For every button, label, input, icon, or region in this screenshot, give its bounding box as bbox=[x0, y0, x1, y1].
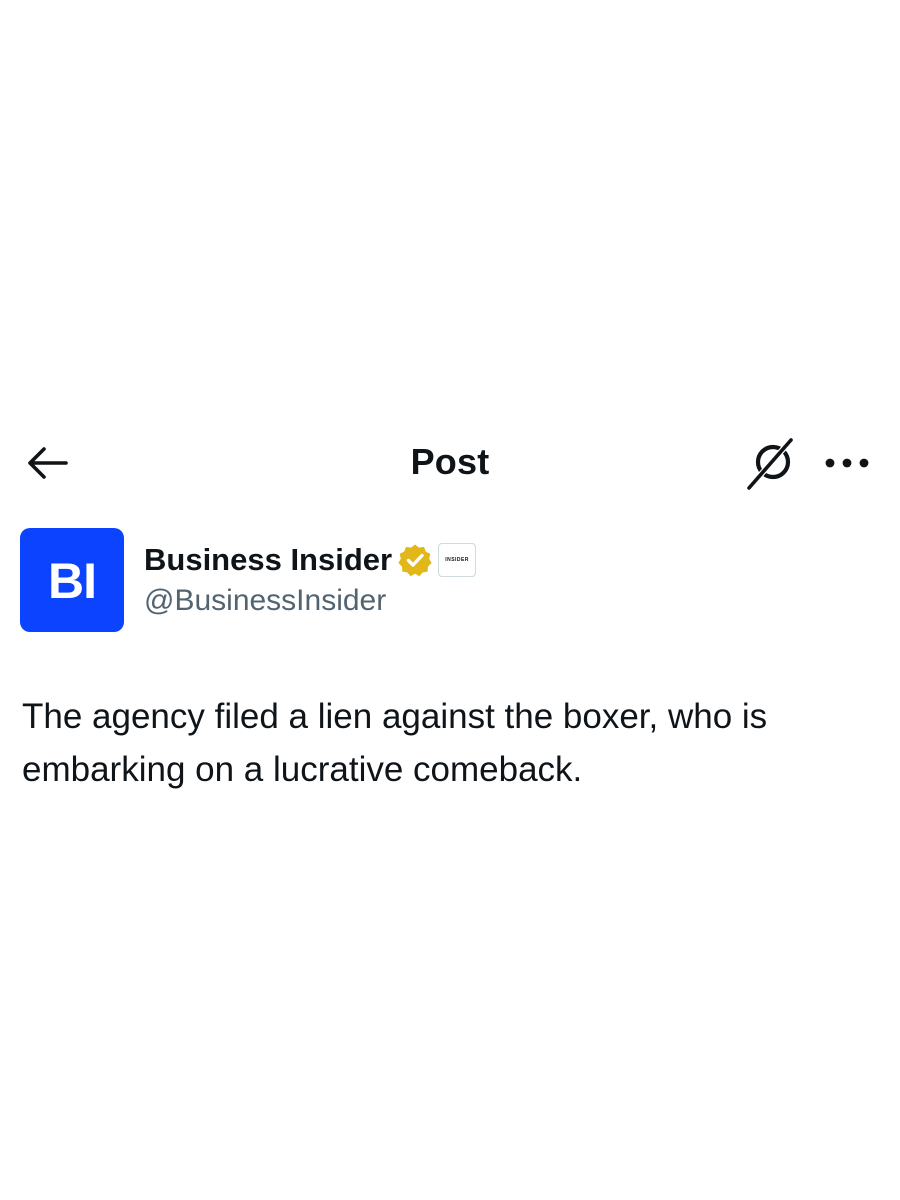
more-horizontal-icon bbox=[825, 458, 869, 468]
author-handle[interactable]: @BusinessInsider bbox=[144, 584, 386, 618]
author-name-row: Business Insider INSIDER bbox=[144, 540, 477, 580]
post-author: BI Business Insider INSIDER @BusinessIns… bbox=[20, 528, 880, 638]
affiliate-badge-text: INSIDER bbox=[445, 557, 469, 563]
affiliate-badge[interactable]: INSIDER bbox=[438, 543, 477, 577]
more-options-button[interactable] bbox=[818, 445, 876, 481]
grok-button[interactable] bbox=[744, 437, 800, 491]
author-display-name[interactable]: Business Insider bbox=[144, 542, 392, 578]
avatar-text: BI bbox=[48, 553, 97, 609]
post-text: The agency filed a lien against the boxe… bbox=[22, 697, 768, 789]
grok-icon bbox=[746, 438, 794, 490]
verified-gold-badge-icon[interactable] bbox=[398, 543, 432, 577]
post-header: Post bbox=[0, 425, 900, 500]
avatar[interactable]: BI bbox=[20, 528, 124, 632]
